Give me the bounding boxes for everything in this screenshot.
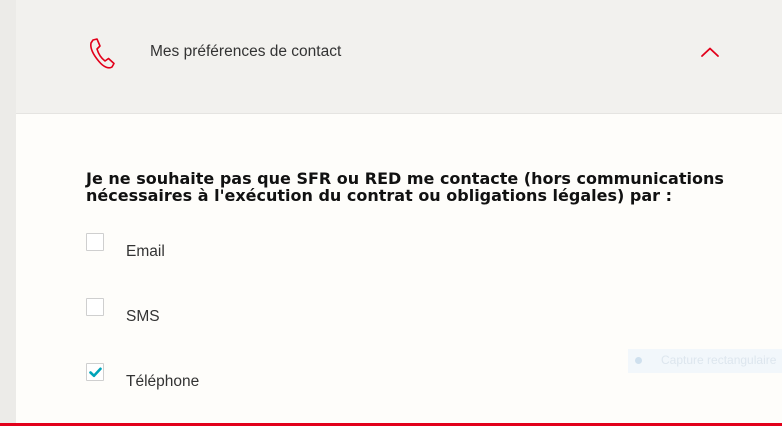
telephone-checkbox[interactable] — [86, 363, 104, 381]
checkmark-icon — [89, 367, 102, 378]
question-text: Je ne souhaite pas que SFR ou RED me con… — [86, 169, 724, 205]
capture-icon — [635, 357, 642, 364]
phone-icon — [86, 36, 116, 70]
option-sms[interactable]: SMS — [86, 298, 286, 325]
option-telephone[interactable]: Téléphone — [86, 363, 286, 390]
telephone-label: Téléphone — [126, 373, 200, 390]
chevron-up-icon[interactable] — [699, 45, 721, 59]
contact-preferences-header[interactable]: Mes préférences de contact — [16, 0, 782, 114]
email-checkbox[interactable] — [86, 233, 104, 251]
sms-label: SMS — [126, 308, 160, 325]
sms-checkbox[interactable] — [86, 298, 104, 316]
contact-preferences-body: Je ne souhaite pas que SFR ou RED me con… — [16, 114, 782, 423]
left-strip — [0, 0, 16, 426]
option-email[interactable]: Email — [86, 233, 286, 260]
capture-tooltip: Capture rectangulaire — [628, 349, 782, 373]
section-title: Mes préférences de contact — [150, 43, 342, 60]
email-label: Email — [126, 243, 165, 260]
capture-label: Capture rectangulaire — [661, 353, 777, 367]
